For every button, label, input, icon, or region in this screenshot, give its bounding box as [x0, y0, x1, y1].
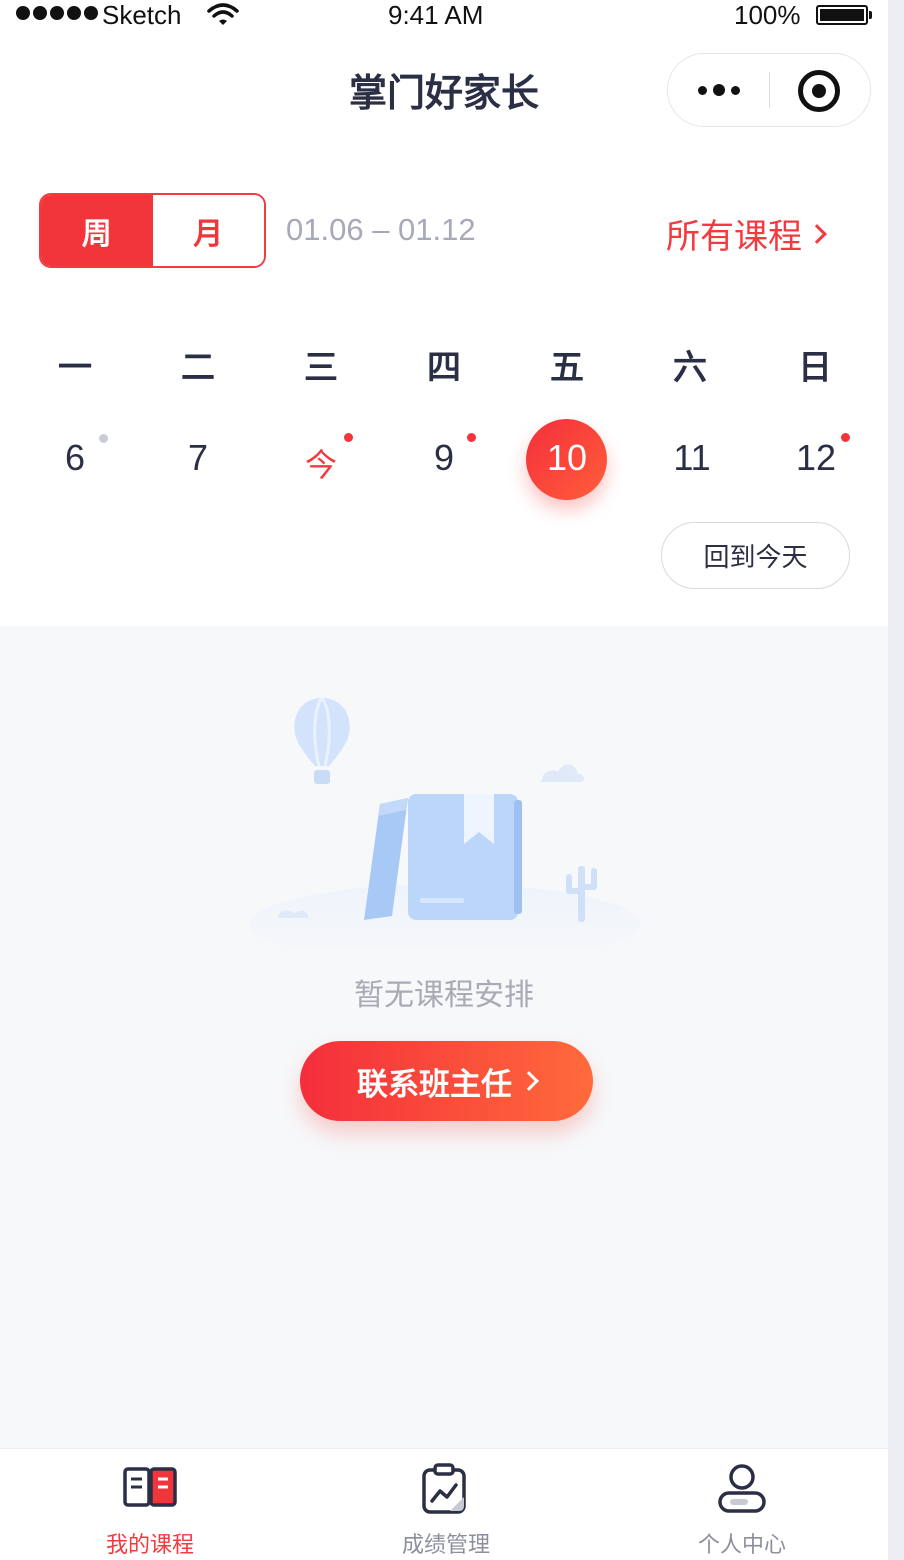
- carrier-name: Sketch: [102, 0, 182, 30]
- tab-bar: 我的课程 成绩管理 个人中心: [0, 1448, 888, 1560]
- mini-program-capsule: [667, 53, 871, 127]
- date-cell[interactable]: 6: [35, 437, 115, 479]
- status-bar: Sketch 9:41 AM 100%: [0, 0, 888, 34]
- chevron-right-icon: [807, 223, 827, 244]
- view-toggle: 周 月: [39, 193, 266, 268]
- tab-month[interactable]: 月: [152, 195, 264, 266]
- date-cell[interactable]: 7: [158, 437, 238, 479]
- chart-clipboard-icon: [418, 1463, 474, 1519]
- contact-teacher-button[interactable]: 联系班主任: [300, 1041, 593, 1121]
- chevron-right-icon: [519, 1071, 539, 1091]
- empty-state-message: 暂无课程安排: [354, 978, 534, 1013]
- battery-percent: 100%: [734, 0, 801, 30]
- course-dot: [841, 433, 850, 442]
- weekday-mon: 一: [58, 348, 92, 388]
- contact-teacher-label: 联系班主任: [357, 1066, 512, 1103]
- book-icon: [122, 1463, 178, 1517]
- all-courses-link[interactable]: 所有课程: [666, 209, 827, 258]
- date-range: 01.06 – 01.12: [286, 212, 476, 247]
- more-icon[interactable]: [668, 54, 770, 126]
- tab-label: 成绩管理: [401, 1533, 490, 1558]
- weekday-wed: 三: [304, 348, 338, 388]
- date-cell[interactable]: 9: [404, 437, 484, 479]
- date-cell-today[interactable]: 今: [281, 440, 361, 486]
- course-dot: [467, 433, 476, 442]
- tab-label: 我的课程: [105, 1533, 194, 1558]
- tab-label: 个人中心: [697, 1533, 786, 1558]
- date-cell[interactable]: 11: [652, 437, 732, 479]
- tab-my-courses[interactable]: 我的课程: [50, 1449, 250, 1560]
- back-to-today-button[interactable]: 回到今天: [661, 522, 850, 589]
- capsule-divider: [769, 72, 770, 108]
- battery-icon: [816, 5, 872, 25]
- date-cell[interactable]: 12: [776, 437, 856, 479]
- weekday-sun: 日: [798, 348, 832, 388]
- tab-grades[interactable]: 成绩管理: [346, 1449, 546, 1560]
- weekday-thu: 四: [427, 348, 461, 388]
- weekday-fri: 五: [550, 348, 584, 388]
- all-courses-label: 所有课程: [666, 217, 802, 257]
- course-dot: [99, 434, 108, 443]
- tab-profile[interactable]: 个人中心: [642, 1449, 842, 1560]
- empty-books-illustration: [240, 688, 650, 964]
- weekday-tue: 二: [181, 348, 215, 388]
- course-dot: [344, 433, 353, 442]
- phone-screen: Sketch 9:41 AM 100% 掌门好家长 周 月 01.06 – 01…: [0, 0, 888, 1560]
- signal-icon: [16, 6, 98, 20]
- date-cell-selected[interactable]: 10: [527, 437, 607, 479]
- weekday-sat: 六: [673, 348, 707, 388]
- wifi-icon: [206, 2, 240, 35]
- tab-week[interactable]: 周: [41, 195, 153, 266]
- close-target-icon[interactable]: [798, 70, 840, 112]
- user-icon: [714, 1463, 770, 1519]
- status-time: 9:41 AM: [388, 0, 484, 30]
